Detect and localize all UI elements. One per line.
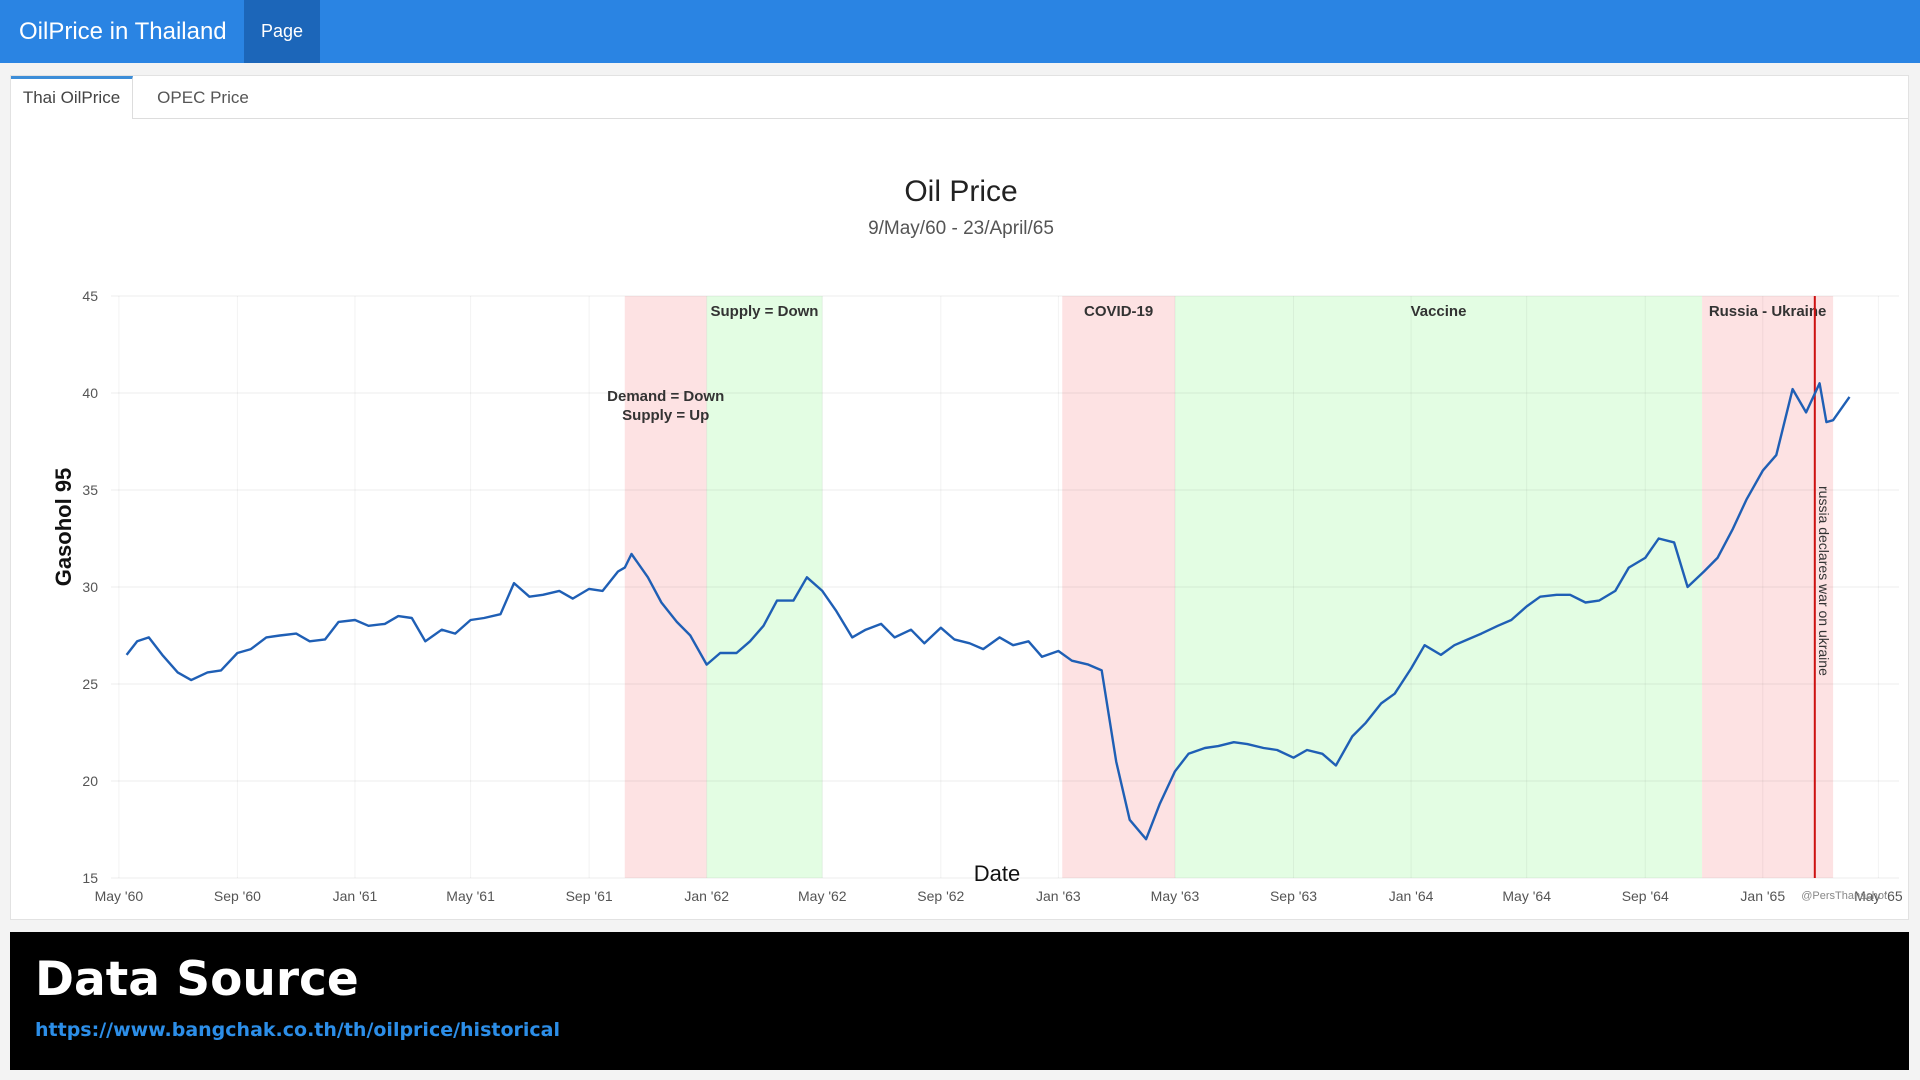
y-tick-label: 40 — [82, 385, 98, 401]
main-panel: Thai OilPrice OPEC Price Demand = Down Su… — [10, 75, 1909, 920]
x-tick-label: Sep '62 — [917, 888, 964, 904]
data-source-link[interactable]: https://www.bangchak.co.th/th/oilprice/h… — [35, 1019, 560, 1041]
y-tick-labels: 15 20 25 30 35 40 45 — [82, 288, 98, 886]
x-tick-label: Jan '63 — [1036, 888, 1081, 904]
x-tick-label: May '60 — [95, 888, 144, 904]
y-tick-label: 15 — [82, 870, 98, 886]
chart-subtitle: 9/May/60 - 23/April/65 — [868, 218, 1054, 239]
annotation-label: Russia - Ukraine — [1709, 303, 1827, 320]
chart-credit: @PersThanachot — [1801, 890, 1887, 902]
app-brand[interactable]: OilPrice in Thailand — [19, 0, 227, 63]
annotation-label: Supply = Down — [711, 303, 819, 320]
x-tick-label: Sep '60 — [214, 888, 261, 904]
data-source-footer: Data Source https://www.bangchak.co.th/t… — [10, 932, 1909, 1070]
nav-item-page[interactable]: Page — [244, 0, 320, 63]
x-tick-label: Sep '63 — [1270, 888, 1317, 904]
event-label: russia declares war on ukraine — [1816, 486, 1832, 676]
y-tick-label: 35 — [82, 482, 98, 498]
x-tick-label: Jan '65 — [1740, 888, 1785, 904]
x-tick-label: Jan '61 — [333, 888, 378, 904]
chart-title: Oil Price — [904, 175, 1017, 208]
x-tick-label: Sep '61 — [566, 888, 613, 904]
y-axis-label: Gasohol 95 — [51, 468, 76, 587]
tab-bar: Thai OilPrice OPEC Price — [11, 76, 1908, 119]
oil-price-chart: Demand = Down Supply = UpSupply = Down COV… — [51, 175, 1903, 904]
x-tick-label: May '63 — [1151, 888, 1200, 904]
tab-opec-price[interactable]: OPEC Price — [134, 76, 272, 119]
x-tick-label: May '64 — [1502, 888, 1551, 904]
annotation-label: COVID-19 — [1084, 303, 1153, 320]
x-axis-label: Date — [974, 861, 1020, 886]
x-tick-label: Sep '64 — [1622, 888, 1669, 904]
top-navbar: OilPrice in Thailand Page — [0, 0, 1920, 63]
y-tick-label: 45 — [82, 288, 98, 304]
x-tick-label: Jan '62 — [684, 888, 729, 904]
x-tick-label: May '61 — [446, 888, 495, 904]
annotation-label: Vaccine — [1411, 303, 1467, 320]
x-tick-labels: May '60 Sep '60 Jan '61 May '61 Sep '61 Jan '… — [95, 888, 1903, 904]
x-tick-label: Jan '64 — [1389, 888, 1434, 904]
x-tick-label: May '62 — [798, 888, 847, 904]
y-tick-label: 30 — [82, 579, 98, 595]
tab-thai-oilprice[interactable]: Thai OilPrice — [11, 76, 133, 119]
y-tick-label: 20 — [82, 773, 98, 789]
y-tick-label: 25 — [82, 676, 98, 692]
footer-title: Data Source — [35, 952, 359, 1007]
